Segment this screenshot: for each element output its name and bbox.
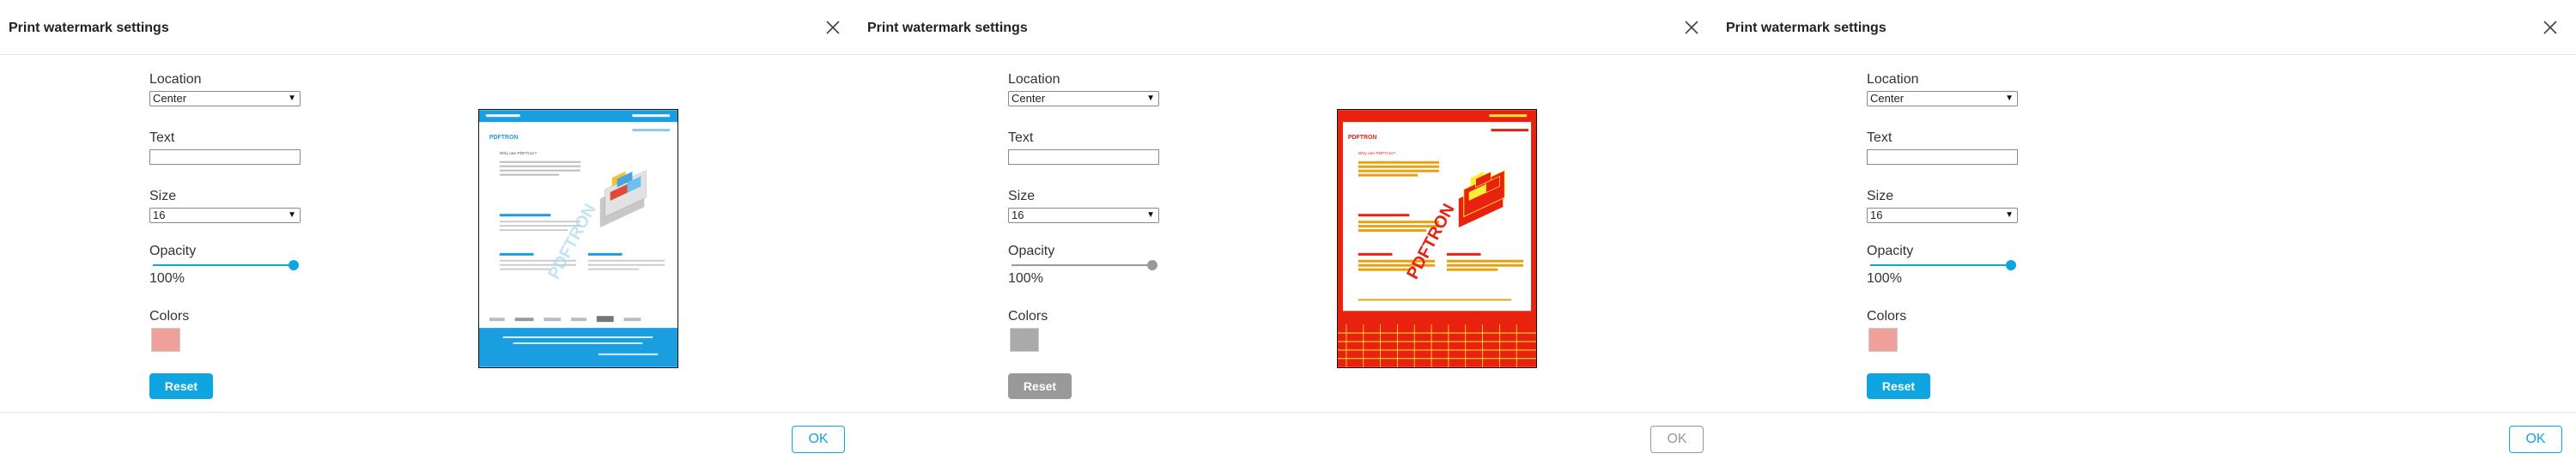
location-select[interactable]: Center ▼ bbox=[149, 91, 301, 106]
opacity-slider[interactable] bbox=[1867, 259, 2018, 271]
opacity-value: 100% bbox=[149, 271, 185, 286]
color-swatch[interactable] bbox=[1868, 328, 1898, 352]
size-select[interactable]: 16 ▼ bbox=[1867, 208, 2018, 223]
text-input[interactable] bbox=[1008, 149, 1159, 165]
footer-divider bbox=[859, 412, 1717, 413]
watermark-dialog-faded: Print watermark settings Location Center… bbox=[859, 0, 1717, 466]
location-select[interactable]: Center ▼ bbox=[1008, 91, 1159, 106]
preview-heading: Why use PDFTron? bbox=[1358, 151, 1395, 156]
watermark-preview-high-contrast: PDFTRON Why use PDFTron? PDFTRON bbox=[1337, 109, 1537, 368]
text-input[interactable] bbox=[149, 149, 301, 165]
opacity-slider-handle[interactable] bbox=[289, 260, 299, 270]
reset-button[interactable]: Reset bbox=[1867, 373, 1930, 399]
location-select-value: Center bbox=[1870, 92, 1905, 105]
ok-button[interactable]: OK bbox=[792, 426, 845, 453]
reset-button[interactable]: Reset bbox=[1008, 373, 1072, 399]
location-label: Location bbox=[1008, 72, 1060, 87]
color-swatch[interactable] bbox=[151, 328, 180, 352]
location-label: Location bbox=[149, 72, 202, 87]
preview-pattern bbox=[1338, 324, 1536, 367]
dialog-header: Print watermark settings bbox=[1717, 0, 2576, 55]
select-arrow-icon: ▼ bbox=[2005, 94, 2014, 103]
location-select-value: Center bbox=[1012, 92, 1046, 105]
size-select-value: 16 bbox=[1870, 209, 1883, 221]
opacity-slider-handle[interactable] bbox=[2006, 260, 2016, 270]
location-label: Location bbox=[1867, 72, 1919, 87]
dialog-title: Print watermark settings bbox=[867, 21, 1028, 35]
opacity-value: 100% bbox=[1008, 271, 1043, 286]
size-select[interactable]: 16 ▼ bbox=[149, 208, 301, 223]
size-label: Size bbox=[1008, 189, 1036, 203]
dialog-controls-faded: Print watermark settings Location Center… bbox=[859, 0, 1717, 466]
select-arrow-icon: ▼ bbox=[2005, 210, 2014, 220]
opacity-value: 100% bbox=[1867, 271, 1902, 286]
colors-label: Colors bbox=[149, 309, 190, 324]
size-label: Size bbox=[149, 189, 177, 203]
colors-label: Colors bbox=[1008, 309, 1048, 324]
opacity-label: Opacity bbox=[1867, 244, 1914, 258]
footer-divider bbox=[1717, 412, 2576, 413]
dialog-header: Print watermark settings bbox=[0, 0, 859, 55]
text-label: Text bbox=[1008, 130, 1034, 145]
preview-brand: PDFTRON bbox=[489, 135, 518, 141]
preview-brand: PDFTRON bbox=[1348, 135, 1376, 141]
opacity-slider-track bbox=[1870, 264, 2011, 266]
color-swatch[interactable] bbox=[1010, 328, 1039, 352]
close-icon[interactable] bbox=[2540, 17, 2561, 38]
preview-heading: Why use PDFTron? bbox=[500, 151, 537, 156]
close-icon[interactable] bbox=[1681, 17, 1702, 38]
size-select-value: 16 bbox=[1012, 209, 1024, 221]
text-label: Text bbox=[1867, 130, 1893, 145]
size-label: Size bbox=[1867, 189, 1894, 203]
opacity-slider[interactable] bbox=[149, 259, 301, 271]
reset-button[interactable]: Reset bbox=[149, 373, 213, 399]
select-arrow-icon: ▼ bbox=[288, 210, 296, 220]
opacity-slider-handle[interactable] bbox=[1147, 260, 1157, 270]
location-select[interactable]: Center ▼ bbox=[1867, 91, 2018, 106]
dialog-title: Print watermark settings bbox=[9, 21, 169, 35]
location-select-value: Center bbox=[153, 92, 187, 105]
watermark-dialog: Print watermark settings Location Center… bbox=[0, 0, 859, 466]
opacity-label: Opacity bbox=[149, 244, 197, 258]
select-arrow-icon: ▼ bbox=[1146, 94, 1155, 103]
select-arrow-icon: ▼ bbox=[288, 94, 296, 103]
colors-label: Colors bbox=[1867, 309, 1907, 324]
close-icon[interactable] bbox=[823, 17, 843, 38]
select-arrow-icon: ▼ bbox=[1146, 210, 1155, 220]
ok-button[interactable]: OK bbox=[2509, 426, 2562, 453]
footer-divider bbox=[0, 412, 859, 413]
size-select-value: 16 bbox=[153, 209, 166, 221]
watermark-preview: PDFTRON Why use PDFTron? PDFTRON bbox=[478, 109, 678, 368]
watermark-dialog-controls: Print watermark settings Location Center… bbox=[1717, 0, 2576, 466]
opacity-slider-track bbox=[153, 264, 294, 266]
opacity-label: Opacity bbox=[1008, 244, 1055, 258]
opacity-slider-track bbox=[1012, 264, 1152, 266]
ok-button[interactable]: OK bbox=[1650, 426, 1704, 453]
dialog-header: Print watermark settings bbox=[859, 0, 1717, 55]
text-label: Text bbox=[149, 130, 175, 145]
size-select[interactable]: 16 ▼ bbox=[1008, 208, 1159, 223]
dialog-title: Print watermark settings bbox=[1726, 21, 1886, 35]
opacity-slider[interactable] bbox=[1008, 259, 1159, 271]
text-input[interactable] bbox=[1867, 149, 2018, 165]
